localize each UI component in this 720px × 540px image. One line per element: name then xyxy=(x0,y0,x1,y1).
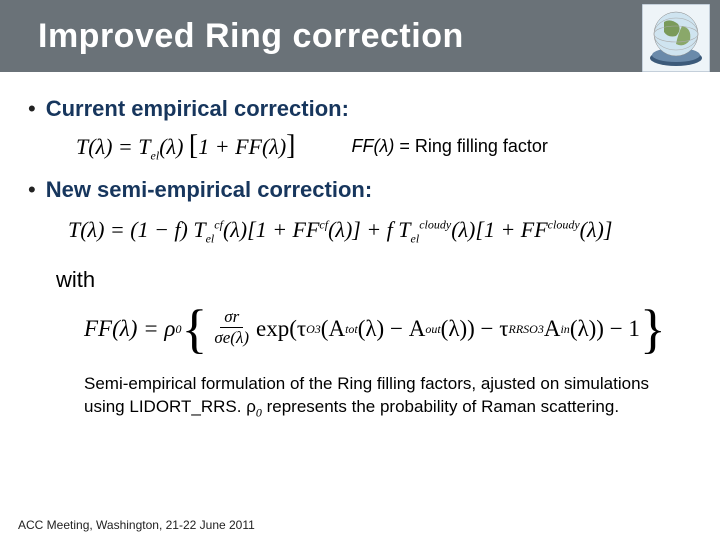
bullet-2-text: New semi-empirical correction: xyxy=(46,177,372,203)
ff-definition: FF(λ) = Ring filling factor xyxy=(351,136,547,157)
equation-2: T(λ) = (1 − f) Telcf(λ)[1 + FFcf(λ)] + f… xyxy=(68,217,692,246)
globe-dish-icon xyxy=(642,4,710,72)
bullet-1-text: Current empirical correction: xyxy=(46,96,349,122)
equation-ff: FF(λ) = ρ0 { σr σe(λ) exp(τO3(Atot(λ) − … xyxy=(84,305,692,354)
bullet-dot-icon: • xyxy=(28,179,36,201)
equation-1-row: T(λ) = Tel(λ) [1 + FF(λ)] FF(λ) = Ring f… xyxy=(76,130,692,163)
slide-header: Improved Ring correction xyxy=(0,0,720,72)
slide-title: Improved Ring correction xyxy=(38,17,464,56)
footer-text: ACC Meeting, Washington, 21-22 June 2011 xyxy=(18,518,255,532)
bullet-dot-icon: • xyxy=(28,98,36,120)
slide-body: • Current empirical correction: T(λ) = T… xyxy=(0,72,720,421)
explanation-paragraph: Semi-empirical formulation of the Ring f… xyxy=(84,373,664,421)
with-label: with xyxy=(56,267,692,293)
bullet-1: • Current empirical correction: xyxy=(28,96,692,122)
bullet-2: • New semi-empirical correction: xyxy=(28,177,692,203)
equation-1: T(λ) = Tel(λ) [1 + FF(λ)] xyxy=(76,130,295,163)
